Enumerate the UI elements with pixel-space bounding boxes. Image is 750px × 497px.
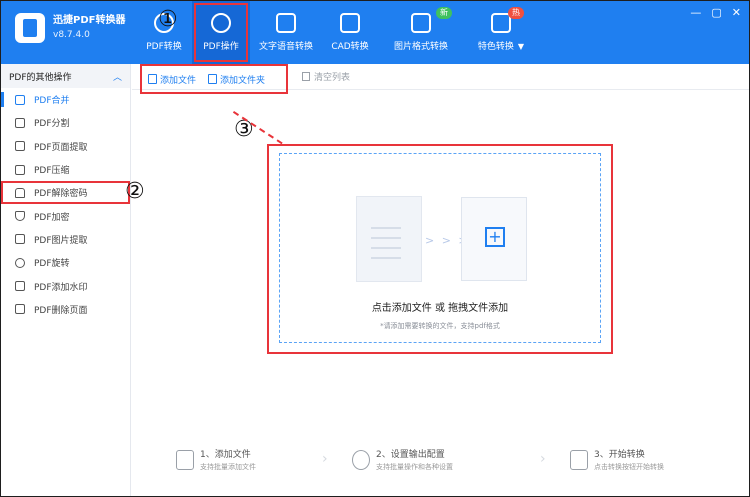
nav-voice-convert[interactable]: 文字语音转换 bbox=[250, 1, 322, 64]
step-start: 3、开始转换点击转换按钮开始转换 bbox=[570, 447, 664, 472]
sidebar-item-compress[interactable]: PDF压缩 bbox=[1, 158, 130, 181]
sidebar-item-label: PDF图片提取 bbox=[34, 235, 88, 246]
main-nav: PDF转换 PDF操作 文字语音转换 CAD转换 图片格式转换 新 特色转换 ▼… bbox=[136, 1, 538, 64]
add-folder-label: 添加文件夹 bbox=[220, 75, 266, 86]
gear-icon bbox=[352, 449, 370, 470]
annotation-2: ② bbox=[125, 179, 145, 204]
nav-cad-convert[interactable]: CAD转换 bbox=[322, 1, 378, 64]
nav-label: PDF转换 bbox=[146, 42, 182, 52]
sidebar-item-watermark[interactable]: PDF添加水印 bbox=[1, 274, 130, 297]
plus-icon[interactable]: + bbox=[485, 227, 505, 247]
convert-icon bbox=[570, 449, 588, 470]
steps-guide: 1、添加文件 支持批量添加文件 › 2、设置输出配置 支持批量操作和各种设置 › 3… bbox=[132, 447, 749, 477]
rotate-icon bbox=[15, 257, 25, 268]
add-file-icon bbox=[148, 74, 157, 84]
sidebar-title: PDF的其他操作 bbox=[9, 72, 72, 83]
delete-page-icon bbox=[15, 304, 25, 315]
step-subtitle: 支持批量添加文件 bbox=[200, 463, 256, 471]
voice-icon bbox=[276, 13, 296, 33]
nav-label: 文字语音转换 bbox=[258, 42, 313, 52]
nav-label: PDF操作 bbox=[203, 42, 239, 52]
cad-icon bbox=[340, 13, 360, 33]
app-logo-icon bbox=[15, 13, 45, 43]
sidebar-item-label: PDF旋转 bbox=[34, 259, 70, 270]
restore-icon[interactable]: ▢ bbox=[711, 6, 721, 19]
add-folder-icon bbox=[208, 74, 218, 84]
watermark-icon bbox=[15, 281, 25, 292]
step-title: 1、添加文件 bbox=[200, 450, 251, 460]
add-file-step-icon bbox=[176, 449, 194, 470]
document-illustration-icon bbox=[356, 196, 422, 282]
split-icon bbox=[15, 117, 25, 128]
new-badge: 新 bbox=[436, 7, 452, 19]
step-subtitle: 支持批量操作和各种设置 bbox=[376, 463, 453, 471]
trash-icon bbox=[302, 72, 310, 81]
sidebar-item-split[interactable]: PDF分割 bbox=[1, 111, 130, 134]
nav-label: 特色转换 bbox=[477, 42, 514, 52]
add-document-illustration: + bbox=[461, 197, 527, 281]
add-file-label: 添加文件 bbox=[160, 75, 197, 86]
pdf-operate-icon bbox=[211, 13, 231, 33]
compress-icon bbox=[15, 164, 25, 175]
file-toolbar: 添加文件 添加文件夹 清空列表 bbox=[132, 64, 749, 94]
clear-list-button[interactable]: 清空列表 bbox=[302, 70, 350, 83]
step-title: 3、开始转换 bbox=[594, 450, 645, 460]
unlock-icon bbox=[15, 187, 25, 198]
merge-icon bbox=[15, 94, 25, 105]
sidebar: PDF的其他操作 ︿ PDF合并 PDF分割 PDF页面提取 PDF压缩 PDF… bbox=[1, 64, 131, 496]
extract-icon bbox=[15, 141, 25, 152]
sidebar-item-merge[interactable]: PDF合并 bbox=[1, 88, 130, 111]
file-drop-zone[interactable]: > > > + 点击添加文件 或 拖拽文件添加 *请添加需要转换的文件，支持pd… bbox=[279, 153, 601, 343]
minimize-icon[interactable]: — bbox=[690, 6, 701, 19]
sidebar-header[interactable]: PDF的其他操作 ︿ bbox=[1, 64, 130, 88]
drop-zone-title: 点击添加文件 或 拖拽文件添加 bbox=[371, 303, 509, 314]
sidebar-item-extract-pages[interactable]: PDF页面提取 bbox=[1, 135, 130, 158]
sidebar-item-label: PDF加密 bbox=[34, 212, 70, 223]
shield-icon bbox=[15, 211, 25, 222]
hot-badge: 热 bbox=[508, 7, 524, 19]
step-settings: 2、设置输出配置 支持批量操作和各种设置 bbox=[352, 447, 453, 472]
drop-zone-highlight: > > > + 点击添加文件 或 拖拽文件添加 *请添加需要转换的文件，支持pd… bbox=[267, 144, 613, 354]
app-window: 迅捷PDF转换器 v8.7.4.0 PDF转换 PDF操作 文字语音转换 CAD… bbox=[0, 0, 750, 497]
close-icon[interactable]: ✕ bbox=[732, 6, 741, 19]
annotation-1: ① bbox=[158, 7, 178, 32]
sidebar-item-label: PDF页面提取 bbox=[34, 142, 88, 153]
app-version: v8.7.4.0 bbox=[53, 30, 90, 40]
window-controls: — ▢ ✕ bbox=[690, 6, 741, 19]
chevron-up-icon[interactable]: ︿ bbox=[113, 70, 122, 83]
nav-image-convert[interactable]: 图片格式转换 新 bbox=[378, 1, 464, 64]
image-icon bbox=[15, 234, 25, 245]
sidebar-item-label: PDF分割 bbox=[34, 119, 70, 130]
sidebar-item-label: PDF压缩 bbox=[34, 166, 70, 177]
add-file-button[interactable]: 添加文件 bbox=[148, 73, 196, 86]
clear-list-label: 清空列表 bbox=[314, 73, 351, 83]
app-brand: 迅捷PDF转换器 v8.7.4.0 bbox=[15, 13, 125, 43]
top-bar: 迅捷PDF转换器 v8.7.4.0 PDF转换 PDF操作 文字语音转换 CAD… bbox=[1, 1, 749, 64]
sidebar-item-label: PDF合并 bbox=[34, 96, 70, 107]
step-subtitle: 点击转换按钮开始转换 bbox=[594, 463, 664, 471]
chevron-down-icon: ▼ bbox=[517, 42, 525, 51]
add-buttons-group: 添加文件 添加文件夹 bbox=[140, 64, 288, 94]
drop-zone-hint: *请添加需要转换的文件，支持pdf格式 bbox=[380, 322, 500, 330]
sidebar-item-rotate[interactable]: PDF旋转 bbox=[1, 251, 130, 274]
nav-pdf-operate[interactable]: PDF操作 bbox=[192, 1, 250, 64]
sidebar-item-delete-pages[interactable]: PDF删除页面 bbox=[1, 298, 130, 321]
step-separator: › bbox=[322, 451, 328, 467]
sidebar-item-label: PDF解除密码 bbox=[34, 189, 88, 200]
sidebar-item-unlock[interactable]: PDF解除密码 bbox=[1, 181, 130, 205]
sidebar-item-label: PDF删除页面 bbox=[34, 305, 88, 316]
step-separator: › bbox=[540, 451, 546, 467]
nav-special-convert[interactable]: 特色转换 ▼ 热 bbox=[464, 1, 538, 64]
step-title: 2、设置输出配置 bbox=[376, 450, 445, 460]
nav-label: 图片格式转换 bbox=[393, 42, 448, 52]
app-name: 迅捷PDF转换器 bbox=[53, 15, 126, 26]
add-folder-button[interactable]: 添加文件夹 bbox=[208, 73, 265, 86]
step-add-file: 1、添加文件 支持批量添加文件 bbox=[176, 447, 256, 472]
sidebar-item-extract-images[interactable]: PDF图片提取 bbox=[1, 228, 130, 251]
sidebar-item-label: PDF添加水印 bbox=[34, 282, 88, 293]
image-icon bbox=[411, 13, 431, 33]
nav-label: CAD转换 bbox=[331, 42, 369, 52]
sidebar-item-encrypt[interactable]: PDF加密 bbox=[1, 204, 130, 227]
